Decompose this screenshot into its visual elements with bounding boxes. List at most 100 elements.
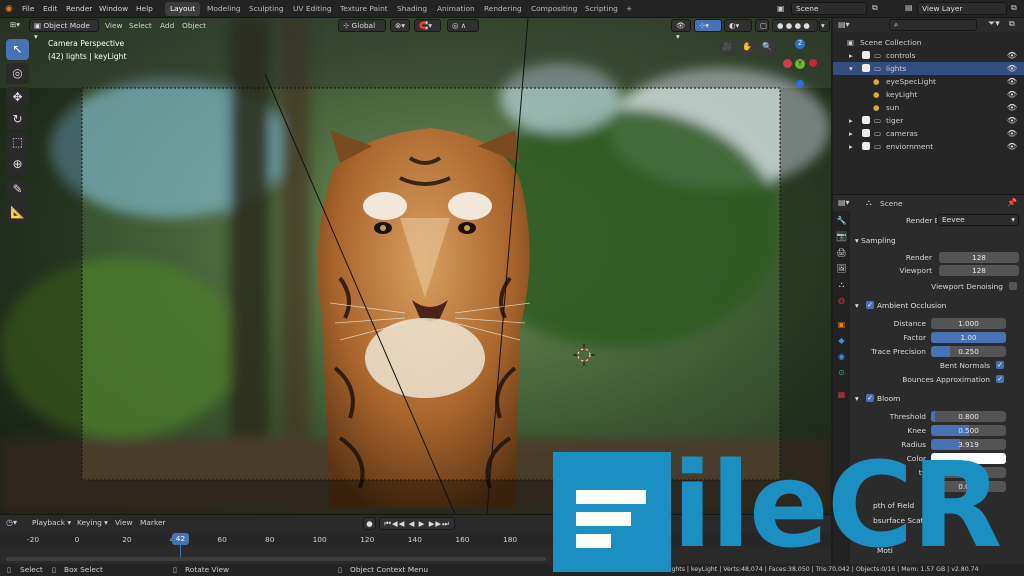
tab-animation[interactable]: Animation <box>432 2 480 16</box>
tab-layout[interactable]: Layout <box>165 2 201 16</box>
visibility-eye-icon[interactable]: 👁 <box>1007 49 1017 62</box>
physics-tab-icon[interactable]: ◉ <box>836 351 847 362</box>
visibility-eye-icon[interactable]: 👁 <box>1007 62 1017 75</box>
expand-arrow-icon[interactable]: ▸ <box>849 49 853 62</box>
exclude-checkbox[interactable] <box>862 116 870 124</box>
outliner-row[interactable]: ▸ ▭ enviornment 👁 <box>833 140 1024 153</box>
outliner-search-input[interactable]: ⌕ <box>889 19 977 31</box>
tab-modeling[interactable]: Modeling <box>202 2 246 16</box>
transform-tool[interactable]: ⊕ <box>6 154 29 175</box>
viewport-menu-view[interactable]: View <box>102 20 126 32</box>
scale-tool[interactable]: ⬚ <box>6 132 29 153</box>
blender-logo-icon[interactable]: ◉ <box>5 4 16 14</box>
visibility-eye-icon[interactable]: 👁 <box>1007 140 1017 153</box>
overlays-toggle[interactable]: ◐▾ <box>724 19 752 32</box>
menu-edit[interactable]: Edit <box>40 3 60 15</box>
x-axis-dot[interactable] <box>783 59 792 68</box>
bloom-panel-header[interactable]: ▾ <box>855 394 859 403</box>
timeline-editor-type-button[interactable]: ◷▾ <box>6 518 17 527</box>
outliner-row[interactable]: ▸ ▭ controls 👁 <box>833 49 1024 62</box>
timeline-menu-view[interactable]: View <box>112 517 136 529</box>
shading-modes[interactable]: ● ● ● ● <box>772 19 818 32</box>
sampling-panel-header[interactable]: ▾ Sampling <box>855 236 896 245</box>
shading-options[interactable]: ▾ <box>819 19 830 32</box>
annotate-tool[interactable]: ✎ <box>6 179 29 200</box>
view-layer-tab-icon[interactable]: 🖼 <box>836 263 847 274</box>
tab-texture-paint[interactable]: Texture Paint <box>335 2 393 16</box>
menu-render[interactable]: Render <box>63 3 95 15</box>
timeline-menu-playback[interactable]: Playback ▾ <box>29 517 74 529</box>
object-tab-icon[interactable]: ▣ <box>836 319 847 330</box>
expand-arrow-icon[interactable]: ▸ <box>849 114 853 127</box>
exclude-checkbox[interactable] <box>862 64 870 72</box>
outliner-row[interactable]: ▸ ▭ cameras 👁 <box>833 127 1024 140</box>
object-mode-dropdown[interactable]: ▣ Object Mode ▾ <box>29 19 99 41</box>
outliner-row[interactable]: ● sun 👁 <box>833 101 1024 114</box>
ambient-occlusion-panel-header[interactable]: ▾ <box>855 301 859 310</box>
render-engine-dropdown[interactable]: Eevee ▾ <box>937 214 1019 226</box>
expand-arrow-icon[interactable]: ▸ <box>849 140 853 153</box>
current-frame-indicator[interactable]: 42 <box>172 533 189 545</box>
transform-orientation-dropdown[interactable]: ⊹ Global <box>338 19 386 32</box>
menu-window[interactable]: Window <box>96 3 131 15</box>
pivot-point-button[interactable]: ⊗▾ <box>390 19 410 32</box>
ao-factor-slider[interactable]: 1.00 <box>931 332 1006 343</box>
exclude-checkbox[interactable] <box>862 51 870 59</box>
tab-rendering[interactable]: Rendering <box>479 2 527 16</box>
new-scene-icon[interactable]: ⧉ <box>872 3 878 13</box>
outliner-editor-type-button[interactable]: ▤▾ <box>838 20 850 29</box>
camera-view-button[interactable]: 🎥 <box>719 39 735 55</box>
outliner-row[interactable]: ● keyLight 👁 <box>833 88 1024 101</box>
close-view-layer-icon[interactable]: ⧉ <box>1011 3 1017 13</box>
y-axis-dot[interactable]: Y <box>795 59 805 69</box>
texture-tab-icon[interactable]: ▦ <box>836 389 847 400</box>
tab-shading[interactable]: Shading <box>392 2 432 16</box>
gizmo-toggle[interactable]: ⊹▾ <box>694 19 722 32</box>
move-tool[interactable]: ✥ <box>6 87 29 108</box>
outliner-row[interactable]: ● eyeSpecLight 👁 <box>833 75 1024 88</box>
menu-help[interactable]: Help <box>133 3 156 15</box>
visibility-eye-icon[interactable]: 👁 <box>1007 88 1017 101</box>
bloom-threshold-field[interactable]: 0.800 <box>931 411 1006 422</box>
output-tab-icon[interactable]: 🖨 <box>836 247 847 258</box>
add-workspace-button[interactable]: + <box>621 2 637 16</box>
pan-view-button[interactable]: ✋ <box>739 39 755 55</box>
view-layer-selector[interactable]: View Layer <box>917 2 1007 15</box>
outliner-row[interactable]: ▾ ▭ lights 👁 <box>833 62 1024 75</box>
xray-toggle[interactable]: ▢ <box>755 19 769 32</box>
ao-distance-field[interactable]: 1.000 <box>931 318 1006 329</box>
timeline-scrollbar[interactable] <box>6 557 546 561</box>
neg-z-axis-dot[interactable] <box>796 80 804 88</box>
bounces-approx-checkbox[interactable]: ✓ <box>996 375 1004 383</box>
viewport-menu-add[interactable]: Add <box>157 20 177 32</box>
outliner-row[interactable]: ▸ ▭ tiger 👁 <box>833 114 1024 127</box>
viewport-samples-field[interactable]: 128 <box>939 265 1019 276</box>
bent-normals-checkbox[interactable]: ✓ <box>996 361 1004 369</box>
pin-icon[interactable]: 📌 <box>1007 198 1017 207</box>
visibility-eye-icon[interactable]: 👁 <box>1007 127 1017 140</box>
visibility-eye-icon[interactable]: 👁 <box>1007 114 1017 127</box>
viewport-menu-select[interactable]: Select <box>126 20 155 32</box>
tab-uv-editing[interactable]: UV Editing <box>288 2 337 16</box>
properties-editor-type-button[interactable]: ▤▾ <box>838 198 850 207</box>
render-samples-field[interactable]: 128 <box>939 252 1019 263</box>
z-axis-dot[interactable]: Z <box>795 39 805 49</box>
tool-tab-icon[interactable]: 🔧 <box>836 215 847 226</box>
editor-type-button[interactable]: ⊞▾ <box>6 19 26 32</box>
axis-gizmo[interactable]: Z Y <box>782 38 822 90</box>
tab-sculpting[interactable]: Sculpting <box>244 2 289 16</box>
cursor-tool[interactable]: ◎ <box>6 63 29 84</box>
tab-compositing[interactable]: Compositing <box>526 2 582 16</box>
playback-controls[interactable]: ⏮◀◀ ◀ ▶ ▶▶⏭ <box>379 517 455 530</box>
proportional-edit-toggle[interactable]: ◎ ∧ <box>447 19 479 32</box>
visibility-dropdown[interactable]: 👁▾ <box>671 19 691 41</box>
scene-selector[interactable]: Scene <box>791 2 867 15</box>
world-tab-icon[interactable]: ◍ <box>836 295 847 306</box>
visibility-eye-icon[interactable]: 👁 <box>1007 101 1017 114</box>
bloom-checkbox[interactable]: ✓ <box>866 394 874 402</box>
viewport-menu-object[interactable]: Object <box>179 20 209 32</box>
render-tab-icon[interactable]: 📷 <box>836 231 847 242</box>
filter-icon[interactable]: ⏷▾ <box>988 19 1000 29</box>
ao-trace-precision-slider[interactable]: 0.250 <box>931 346 1006 357</box>
bloom-knee-slider[interactable]: 0.500 <box>931 425 1006 436</box>
